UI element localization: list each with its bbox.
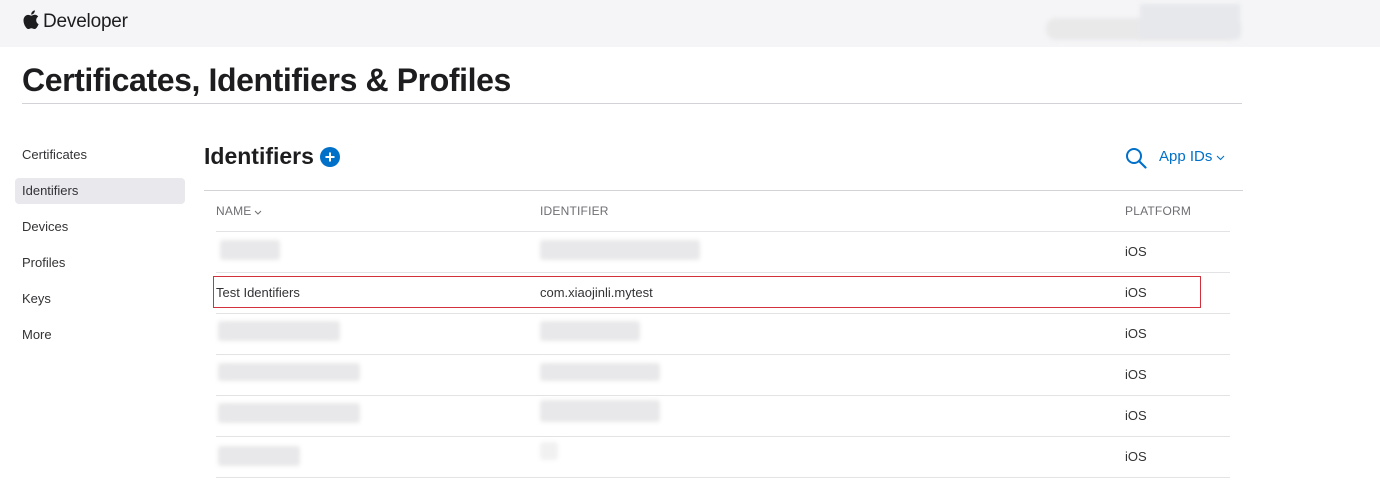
redacted-name: [218, 446, 300, 466]
platform-cell: iOS: [1125, 285, 1147, 300]
redacted-identifier: [540, 400, 660, 422]
section-title: Identifiers: [204, 143, 314, 169]
redacted-identifier: [540, 363, 660, 381]
table-divider: [204, 190, 1243, 191]
identifier-cell: com.xiaojinli.mytest: [540, 285, 653, 300]
platform-cell: iOS: [1125, 244, 1147, 259]
table-row[interactable]: iOS: [216, 436, 1230, 477]
chevron-down-icon: [254, 204, 262, 218]
redacted-identifier: [540, 240, 700, 260]
section-header: Identifiers: [204, 143, 340, 170]
column-header-name[interactable]: NAME: [216, 204, 262, 218]
developer-home-link[interactable]: Developer: [23, 10, 128, 34]
global-nav: Developer: [0, 0, 1380, 47]
filter-label: App IDs: [1159, 148, 1213, 165]
column-header-name-label: NAME: [216, 204, 252, 218]
page-title: Certificates, Identifiers & Profiles: [22, 62, 511, 98]
redacted-name: [218, 321, 340, 341]
sidebar-item-more[interactable]: More: [15, 322, 185, 348]
account-menu-redacted[interactable]: [1046, 4, 1240, 40]
column-header-platform[interactable]: PLATFORM: [1125, 204, 1191, 218]
title-divider: [22, 103, 1242, 104]
chevron-down-icon: [1216, 148, 1225, 165]
app-ids-filter-dropdown[interactable]: App IDs: [1159, 148, 1225, 165]
redacted-name: [218, 363, 360, 381]
column-header-identifier[interactable]: IDENTIFIER: [540, 204, 609, 218]
platform-cell: iOS: [1125, 326, 1147, 341]
redacted-name: [218, 403, 360, 423]
platform-cell: iOS: [1125, 449, 1147, 464]
redacted-identifier: [540, 442, 558, 460]
platform-cell: iOS: [1125, 408, 1147, 423]
sidebar-item-identifiers[interactable]: Identifiers: [15, 178, 185, 204]
table-row[interactable]: iOS: [216, 354, 1230, 395]
redacted-name: [220, 240, 280, 260]
search-icon[interactable]: [1125, 147, 1147, 174]
table-bottom-divider: [216, 477, 1230, 478]
sidebar-item-keys[interactable]: Keys: [15, 286, 185, 312]
brand-label: Developer: [43, 11, 128, 32]
apple-logo-icon: [23, 10, 39, 34]
plus-circle-icon[interactable]: [319, 146, 340, 167]
table-row[interactable]: iOS: [216, 313, 1230, 354]
name-cell: Test Identifiers: [216, 285, 300, 300]
sidebar-item-devices[interactable]: Devices: [15, 214, 185, 240]
sidebar-item-certificates[interactable]: Certificates: [15, 142, 185, 168]
sidebar-item-profiles[interactable]: Profiles: [15, 250, 185, 276]
redacted-identifier: [540, 321, 640, 341]
platform-cell: iOS: [1125, 367, 1147, 382]
sidebar: Certificates Identifiers Devices Profile…: [15, 142, 185, 358]
table-row[interactable]: iOS: [216, 231, 1230, 272]
table-row[interactable]: iOS: [216, 395, 1230, 436]
table-row[interactable]: Test Identifiers com.xiaojinli.mytest iO…: [216, 272, 1230, 313]
